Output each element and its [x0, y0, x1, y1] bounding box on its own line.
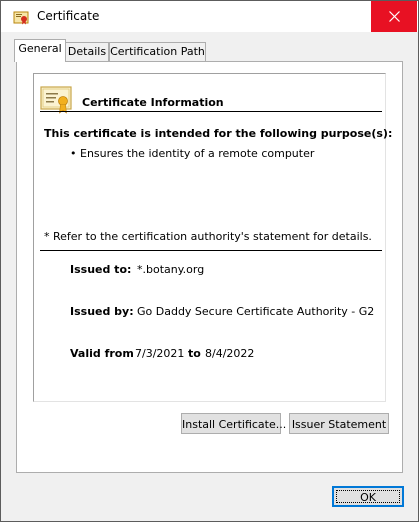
close-button[interactable] [371, 1, 417, 32]
valid-from-value: 7/3/2021 [135, 347, 185, 360]
purpose-item-text: Ensures the identity of a remote compute… [80, 147, 315, 160]
install-certificate-button[interactable]: Install Certificate... [181, 413, 286, 434]
purpose-heading: This certificate is intended for the fol… [44, 127, 393, 140]
certificate-icon [13, 9, 29, 25]
certificate-info-box: Certificate Information This certificate… [33, 73, 392, 402]
ca-statement-note: * Refer to the certification authority's… [44, 230, 372, 243]
issued-to-label: Issued to: [70, 263, 132, 276]
divider-top [40, 111, 382, 112]
tab-details[interactable]: Details [65, 42, 109, 62]
valid-to-value: 8/4/2022 [205, 347, 255, 360]
tab-general[interactable]: General [14, 39, 66, 62]
tab-certification-path[interactable]: Certification Path [109, 42, 206, 62]
issued-to-value: *.botany.org [137, 263, 205, 276]
issuer-statement-button[interactable]: Issuer Statement [289, 413, 389, 434]
divider-bottom [40, 250, 382, 251]
ok-button[interactable]: OK [332, 486, 404, 507]
valid-to-label: to [188, 347, 201, 360]
certificate-info-icon [40, 86, 72, 117]
general-tab-panel: Certificate Information This certificate… [16, 61, 403, 473]
window-title: Certificate [37, 9, 100, 23]
valid-from-label: Valid from [70, 347, 134, 360]
info-title: Certificate Information [82, 96, 224, 109]
title-bar: Certificate [1, 1, 418, 32]
issued-by-value: Go Daddy Secure Certificate Authority - … [137, 305, 375, 318]
certificate-dialog: Certificate General Details Certificatio… [0, 0, 419, 522]
issued-by-label: Issued by: [70, 305, 134, 318]
purpose-item: • Ensures the identity of a remote compu… [70, 147, 315, 160]
close-icon [389, 11, 400, 22]
